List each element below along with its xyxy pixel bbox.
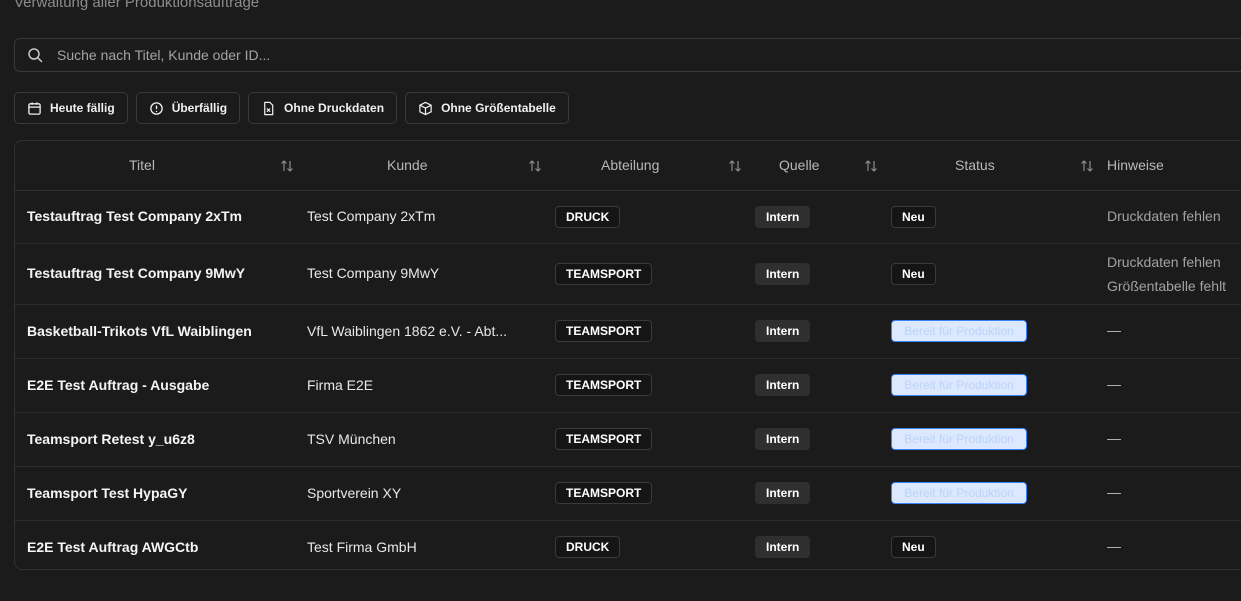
table-row[interactable]: Testauftrag Test Company 2xTm Test Compa…	[15, 191, 1241, 244]
search-input[interactable]	[55, 46, 1159, 64]
order-title[interactable]: Teamsport Retest y_u6z8	[27, 431, 195, 447]
table-header: Titel Kunde Abteilung Quelle Status Hinw…	[15, 141, 1241, 191]
filter-bar: Heute fällig Überfällig Ohne Druckdaten …	[14, 92, 569, 124]
status-badge: Bereit für Produktion	[891, 374, 1027, 396]
hint-text: —	[1107, 376, 1121, 392]
sort-icon[interactable]	[1079, 158, 1095, 174]
box-icon	[419, 101, 432, 115]
sort-icon[interactable]	[279, 158, 295, 174]
search-icon	[28, 48, 43, 63]
table-row[interactable]: Basketball-Trikots VfL Waiblingen VfL Wa…	[15, 305, 1241, 359]
column-header-abteilung[interactable]: Abteilung	[601, 141, 659, 190]
filter-label: Überfällig	[171, 101, 228, 115]
hint-text: Größentabelle fehlt	[1107, 278, 1227, 294]
customer-name: Test Company 9MwY	[307, 265, 440, 281]
order-title[interactable]: Testauftrag Test Company 2xTm	[27, 208, 242, 224]
filter-label: Ohne Druckdaten	[284, 101, 385, 115]
customer-name: TSV München	[307, 431, 396, 447]
status-badge: Neu	[891, 263, 936, 285]
source-badge: Intern	[755, 320, 811, 342]
order-title[interactable]: Teamsport Test HypaGY	[27, 485, 188, 501]
source-badge: Intern	[755, 536, 811, 558]
filter-label: Ohne Größentabelle	[441, 101, 556, 115]
orders-table: Titel Kunde Abteilung Quelle Status Hinw…	[14, 140, 1241, 570]
source-badge: Intern	[755, 263, 811, 285]
filter-ohne-druckdaten-button[interactable]: Ohne Druckdaten	[248, 92, 398, 124]
department-badge: TEAMSPORT	[555, 428, 653, 450]
order-title[interactable]: Testauftrag Test Company 9MwY	[27, 265, 245, 281]
column-header-titel[interactable]: Titel	[129, 141, 155, 190]
table-row[interactable]: Teamsport Retest y_u6z8 TSV München TEAM…	[15, 413, 1241, 467]
filter-ueberfaellig-button[interactable]: Überfällig	[135, 92, 241, 124]
hint-text: Druckdaten fehlen	[1107, 254, 1221, 270]
source-badge: Intern	[755, 374, 811, 396]
status-badge: Bereit für Produktion	[891, 428, 1027, 450]
column-header-hinweise: Hinweise	[1107, 157, 1164, 173]
column-header-quelle[interactable]: Quelle	[779, 141, 819, 190]
status-badge: Neu	[891, 536, 936, 558]
page-subtitle: Verwaltung aller Produktionsaufträge	[14, 0, 260, 11]
status-badge: Bereit für Produktion	[891, 482, 1027, 504]
sort-icon[interactable]	[727, 158, 743, 174]
department-badge: TEAMSPORT	[555, 263, 653, 285]
department-badge: TEAMSPORT	[555, 374, 653, 396]
customer-name: Firma E2E	[307, 377, 374, 393]
department-badge: DRUCK	[555, 206, 621, 228]
customer-name: Test Firma GmbH	[307, 539, 417, 555]
source-badge: Intern	[755, 428, 811, 450]
hint-text: —	[1107, 430, 1121, 446]
hint-text: Druckdaten fehlen	[1107, 208, 1221, 224]
table-row[interactable]: Teamsport Test HypaGY Sportverein XY TEA…	[15, 467, 1241, 521]
department-badge: TEAMSPORT	[555, 482, 653, 504]
search-bar[interactable]	[14, 38, 1241, 72]
table-row[interactable]: E2E Test Auftrag - Ausgabe Firma E2E TEA…	[15, 359, 1241, 413]
customer-name: Sportverein XY	[307, 485, 402, 501]
customer-name: Test Company 2xTm	[307, 208, 436, 224]
table-row[interactable]: Testauftrag Test Company 9MwY Test Compa…	[15, 244, 1241, 305]
table-row[interactable]: E2E Test Auftrag AWGCtb Test Firma GmbH …	[15, 521, 1241, 569]
calendar-icon	[28, 101, 41, 115]
source-badge: Intern	[755, 482, 811, 504]
order-title[interactable]: Basketball-Trikots VfL Waiblingen	[27, 323, 252, 339]
order-title[interactable]: E2E Test Auftrag AWGCtb	[27, 539, 198, 555]
status-badge: Neu	[891, 206, 936, 228]
hint-text: —	[1107, 538, 1121, 554]
filter-ohne-groessentabelle-button[interactable]: Ohne Größentabelle	[405, 92, 569, 124]
hint-text: —	[1107, 484, 1121, 500]
sort-icon[interactable]	[527, 158, 543, 174]
department-badge: TEAMSPORT	[555, 320, 653, 342]
alert-circle-icon	[149, 101, 163, 115]
hint-text: —	[1107, 322, 1121, 338]
filter-label: Heute fällig	[50, 101, 115, 115]
department-badge: DRUCK	[555, 536, 621, 558]
status-badge: Bereit für Produktion	[891, 320, 1027, 342]
filter-heute-faellig-button[interactable]: Heute fällig	[14, 92, 128, 124]
source-badge: Intern	[755, 206, 811, 228]
order-title[interactable]: E2E Test Auftrag - Ausgabe	[27, 377, 209, 393]
sort-icon[interactable]	[863, 158, 879, 174]
file-x-icon	[264, 101, 274, 115]
column-header-status[interactable]: Status	[955, 141, 995, 190]
customer-name: VfL Waiblingen 1862 e.V. - Abt...	[307, 323, 508, 339]
column-header-kunde[interactable]: Kunde	[387, 141, 427, 190]
